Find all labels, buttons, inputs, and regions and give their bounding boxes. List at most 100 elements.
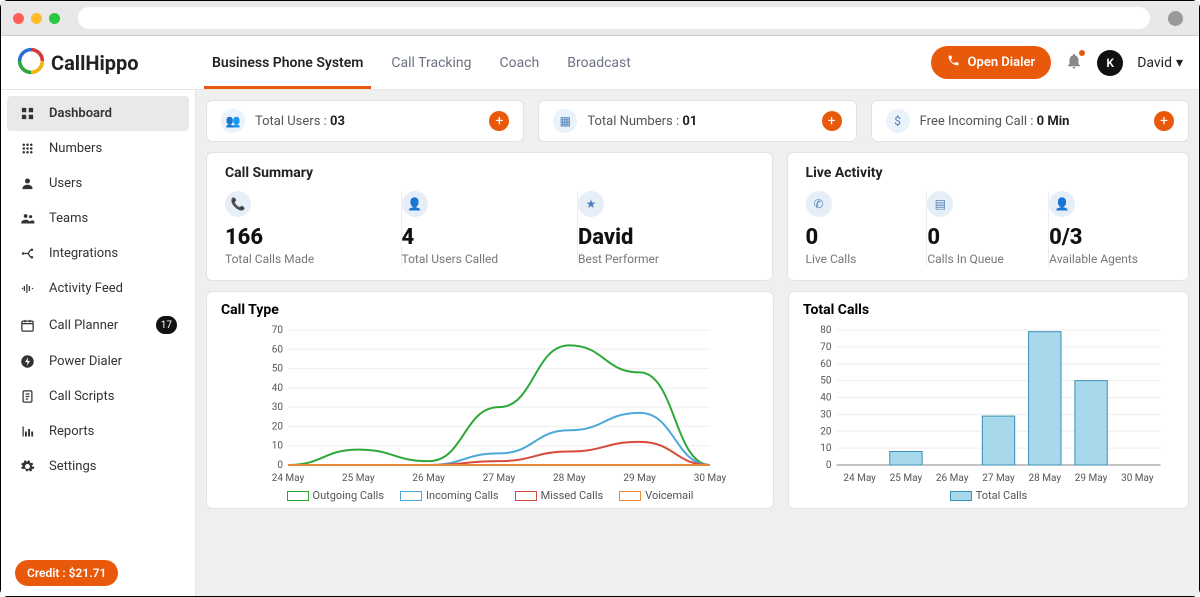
logo-text: CallHippo: [51, 51, 139, 75]
svg-text:70: 70: [820, 342, 832, 353]
sidebar-item[interactable]: Users: [7, 166, 189, 201]
metric-label: Best Performer: [578, 252, 744, 266]
metric-value: 4: [402, 225, 568, 250]
sidebar-item-label: Settings: [49, 459, 96, 474]
svg-text:29 May: 29 May: [1075, 473, 1108, 484]
sidebar-item[interactable]: Dashboard: [7, 96, 189, 131]
badge: 17: [156, 316, 177, 334]
sidebar-item-label: Call Scripts: [49, 389, 114, 404]
metric-value: 0: [927, 225, 1038, 250]
svg-text:30: 30: [272, 402, 284, 413]
stat-value: 03: [330, 114, 345, 129]
metric-col: 👤0/3Available Agents: [1049, 191, 1170, 266]
grid-icon: [19, 141, 35, 156]
total-calls-legend: Total Calls: [803, 489, 1174, 502]
svg-text:28 May: 28 May: [1028, 473, 1061, 484]
total-calls-chart: 0102030405060708024 May25 May26 May27 Ma…: [803, 322, 1174, 487]
svg-text:10: 10: [820, 443, 832, 454]
add-button[interactable]: +: [489, 111, 509, 131]
close-window-icon[interactable]: [13, 13, 24, 24]
nav-item[interactable]: Broadcast: [567, 36, 631, 89]
phone-icon: 📞: [225, 191, 251, 217]
open-dialer-label: Open Dialer: [968, 55, 1036, 70]
svg-text:24 May: 24 May: [272, 473, 305, 484]
nav-item[interactable]: Coach: [500, 36, 540, 89]
queue-icon: ▤: [927, 191, 953, 217]
call-type-chart-panel: Call Type 01020304050607024 May25 May26 …: [206, 291, 774, 509]
chevron-down-icon: ▾: [1176, 55, 1183, 71]
charts-row: Call Type 01020304050607024 May25 May26 …: [206, 291, 1189, 509]
sidebar-item-label: Activity Feed: [49, 281, 123, 296]
sidebar-item-label: Power Dialer: [49, 354, 122, 369]
chart-icon: [19, 424, 35, 439]
svg-text:30 May: 30 May: [1121, 473, 1154, 484]
sidebar-item[interactable]: Teams: [7, 201, 189, 236]
chart-title: Total Calls: [803, 302, 1174, 318]
sidebar-item-label: Integrations: [49, 246, 118, 261]
svg-text:24 May: 24 May: [843, 473, 876, 484]
stat-card: ▦Total Numbers : 01+: [538, 100, 856, 142]
svg-text:20: 20: [820, 426, 832, 437]
notifications-button[interactable]: [1065, 52, 1083, 74]
svg-text:40: 40: [272, 383, 284, 394]
sidebar-item[interactable]: Activity Feed: [7, 271, 189, 306]
bolt-icon: [19, 354, 35, 369]
sidebar-item-label: Numbers: [49, 141, 102, 156]
team-icon: [19, 211, 35, 226]
credit-pill[interactable]: Credit : $21.71: [15, 560, 118, 586]
panel-title: Live Activity: [806, 165, 1170, 181]
minimize-window-icon[interactable]: [31, 13, 42, 24]
legend-item: Incoming Calls: [400, 489, 499, 502]
svg-text:30: 30: [820, 409, 832, 420]
dollar-icon: $: [886, 109, 910, 133]
sidebar-item-label: Users: [49, 176, 82, 191]
script-icon: [19, 389, 35, 404]
sidebar-item[interactable]: Integrations: [7, 236, 189, 271]
sidebar-item[interactable]: Call Scripts: [7, 379, 189, 414]
url-bar[interactable]: [78, 7, 1150, 29]
sidebar-item[interactable]: Reports: [7, 414, 189, 449]
svg-text:50: 50: [272, 364, 284, 375]
phone-icon: [947, 54, 960, 71]
svg-text:26 May: 26 May: [936, 473, 969, 484]
nav-item[interactable]: Call Tracking: [391, 36, 471, 89]
sidebar-item-label: Call Planner: [49, 318, 118, 333]
stat-label: Free Incoming Call : 0 Min: [920, 114, 1070, 129]
metric-label: Total Users Called: [402, 252, 568, 266]
open-dialer-button[interactable]: Open Dialer: [931, 46, 1052, 79]
total-calls-chart-panel: Total Calls 0102030405060708024 May25 Ma…: [788, 291, 1189, 509]
add-button[interactable]: +: [1154, 111, 1174, 131]
metric-value: 0/3: [1049, 225, 1160, 250]
sidebar-item[interactable]: Power Dialer: [7, 344, 189, 379]
legend-item: Missed Calls: [515, 489, 604, 502]
maximize-window-icon[interactable]: [49, 13, 60, 24]
plug-icon: [19, 246, 35, 261]
app-header: CallHippo Business Phone System Call Trac…: [1, 36, 1199, 90]
sidebar-item[interactable]: Call Planner 17: [7, 306, 189, 344]
stat-value: 0 Min: [1037, 114, 1070, 129]
metric-value: David: [578, 225, 744, 250]
sidebar-item[interactable]: Settings: [7, 449, 189, 484]
user-icon: 👤: [402, 191, 428, 217]
call-summary-panel: Call Summary 📞166Total Calls Made👤4Total…: [206, 152, 773, 281]
sidebar-item[interactable]: Numbers: [7, 131, 189, 166]
svg-text:0: 0: [277, 460, 283, 471]
users-icon: 👥: [221, 109, 245, 133]
logo-icon: [17, 47, 45, 79]
avatar[interactable]: K: [1097, 50, 1123, 76]
metric-label: Calls In Queue: [927, 252, 1038, 266]
svg-text:80: 80: [820, 325, 832, 336]
svg-text:0: 0: [826, 460, 832, 471]
svg-text:10: 10: [272, 441, 284, 452]
user-menu[interactable]: David ▾: [1137, 55, 1183, 71]
calendar-icon: [19, 318, 35, 333]
live-activity-panel: Live Activity ✆0Live Calls▤0Calls In Que…: [787, 152, 1189, 281]
svg-text:26 May: 26 May: [412, 473, 445, 484]
sidebar: Dashboard Numbers Users Teams Integrations Ac…: [1, 90, 196, 596]
nav-item[interactable]: Business Phone System: [212, 36, 363, 89]
add-button[interactable]: +: [822, 111, 842, 131]
app-logo[interactable]: CallHippo: [17, 47, 202, 79]
profile-dot-icon[interactable]: [1168, 11, 1183, 26]
sidebar-item-label: Teams: [49, 211, 88, 226]
metric-value: 166: [225, 225, 391, 250]
